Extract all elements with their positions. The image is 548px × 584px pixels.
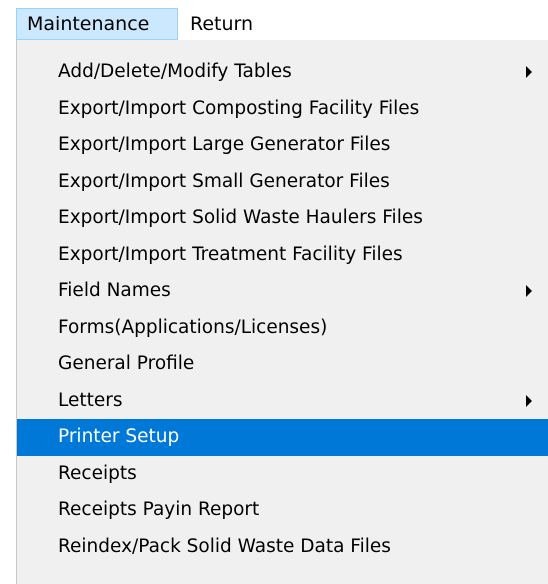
menu-item-export-import-large-generator-files[interactable]: Export/Import Large Generator Files [17, 127, 548, 164]
menu-item-general-profile[interactable]: General Profile [17, 346, 548, 383]
menu-item-label: Export/Import Small Generator Files [58, 170, 390, 192]
submenu-arrow-icon [526, 285, 532, 298]
submenu-arrow-icon [526, 394, 532, 407]
menu-item-field-names[interactable]: Field Names [17, 273, 548, 310]
menu-item-receipts[interactable]: Receipts [17, 456, 548, 493]
menu-item-label: Receipts [58, 462, 137, 484]
menu-item-label: Export/Import Composting Facility Files [58, 97, 420, 119]
menu-item-reindex-pack-solid-waste-data-files[interactable]: Reindex/Pack Solid Waste Data Files [17, 529, 548, 566]
menu-item-label: Printer Setup [58, 426, 180, 447]
menu-item-export-import-solid-waste-haulers-files[interactable]: Export/Import Solid Waste Haulers Files [17, 200, 548, 237]
menu-bar: Maintenance Return [0, 0, 548, 40]
menu-item-export-import-small-generator-files[interactable]: Export/Import Small Generator Files [17, 164, 548, 201]
menu-item-label: General Profile [58, 353, 195, 374]
menu-item-add-delete-modify-tables[interactable]: Add/Delete/Modify Tables [17, 54, 548, 91]
menu-maintenance[interactable]: Maintenance [16, 8, 178, 40]
menu-item-letters[interactable]: Letters [17, 383, 548, 420]
menu-item-label: Letters [58, 389, 123, 411]
menu-item-forms-applications-licenses[interactable]: Forms(Applications/Licenses) [17, 310, 548, 347]
menu-item-export-import-treatment-facility-files[interactable]: Export/Import Treatment Facility Files [17, 237, 548, 274]
menu-item-label: Export/Import Large Generator Files [58, 134, 391, 155]
menu-item-label: Reindex/Pack Solid Waste Data Files [58, 535, 391, 557]
menu-item-receipts-payin-report[interactable]: Receipts Payin Report [17, 492, 548, 529]
maintenance-dropdown: Add/Delete/Modify Tables Export/Import Co… [16, 40, 548, 584]
menu-item-label: Add/Delete/Modify Tables [58, 61, 292, 82]
menu-return[interactable]: Return [184, 8, 259, 40]
menu-list: Add/Delete/Modify Tables Export/Import Co… [17, 54, 548, 565]
menu-item-export-import-composting-facility-files[interactable]: Export/Import Composting Facility Files [17, 91, 548, 128]
submenu-arrow-icon [526, 66, 532, 79]
menu-item-label: Receipts Payin Report [58, 499, 260, 520]
menu-item-label: Forms(Applications/Licenses) [58, 316, 328, 338]
menu-item-label: Export/Import Solid Waste Haulers Files [58, 207, 423, 228]
screen: Maintenance Return Add/Delete/Modify Tab… [0, 0, 548, 584]
menu-item-label: Field Names [58, 280, 171, 301]
menu-item-label: Export/Import Treatment Facility Files [58, 243, 403, 265]
menu-item-printer-setup[interactable]: Printer Setup [17, 419, 548, 456]
